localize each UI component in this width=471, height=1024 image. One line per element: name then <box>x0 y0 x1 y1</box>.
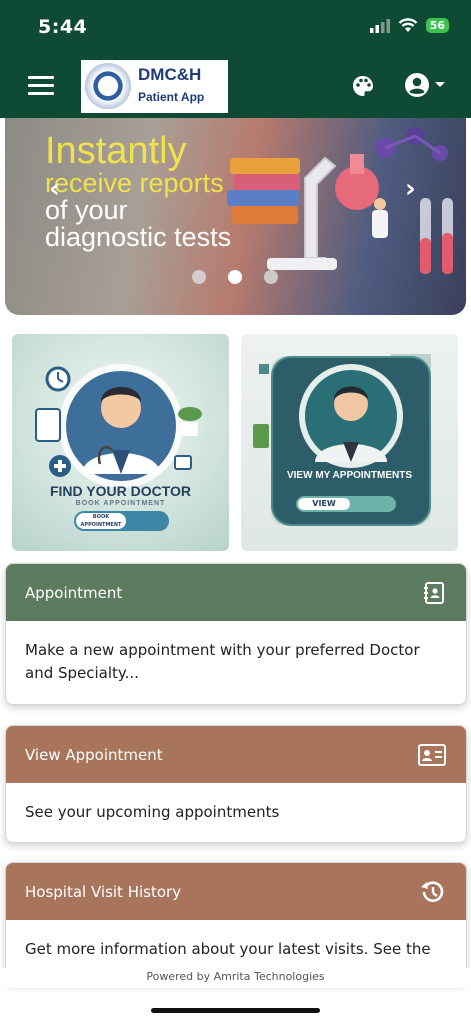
footer-text: Powered by Amrita Technologies <box>0 968 471 988</box>
view-appointments-title: VIEW MY APPOINTMENTS <box>286 470 412 481</box>
battery-level: 56 <box>425 18 449 33</box>
appointment-card-header: Appointment <box>6 564 466 621</box>
contact-book-icon <box>424 581 444 604</box>
find-doctor-title: FIND YOUR DOCTOR <box>49 483 192 499</box>
account-menu[interactable] <box>404 72 446 98</box>
signal-icon <box>369 18 390 33</box>
menu-icon[interactable] <box>28 76 54 96</box>
find-doctor-subtitle: BOOK APPOINTMENT <box>75 500 166 507</box>
carousel-dot-2[interactable] <box>228 270 242 284</box>
hospital-seal-icon <box>85 63 131 109</box>
wifi-icon <box>398 18 418 32</box>
banner-line-1: Instantly <box>45 130 187 172</box>
carousel-prev-icon[interactable]: ‹ <box>49 174 60 204</box>
history-icon <box>421 880 444 902</box>
view-appointment-card-header: View Appointment <box>6 726 466 783</box>
status-icons: 56 <box>369 18 449 33</box>
logo-title: DMC&H <box>138 65 202 84</box>
view-appointment-card-description: See your upcoming appointments <box>25 803 280 821</box>
carousel-dots <box>192 270 278 284</box>
visit-history-card-title: Hospital Visit History <box>25 882 182 901</box>
view-pill[interactable]: VIEW <box>296 496 396 512</box>
status-time: 5:44 <box>38 16 88 38</box>
home-indicator <box>151 1008 320 1013</box>
appointment-card-title: Appointment <box>25 583 123 602</box>
banner-line-2: receive reports <box>45 168 224 198</box>
id-card-icon <box>418 743 446 766</box>
banner-line-3: of your <box>45 195 128 225</box>
status-bar: 5:44 56 <box>0 0 471 52</box>
account-icon <box>405 73 429 97</box>
appointment-card[interactable]: Appointment Make a new appointment with … <box>5 563 467 705</box>
logo-subtitle: Patient App <box>138 90 205 104</box>
view-appointment-card-title: View Appointment <box>25 745 163 764</box>
visit-history-card-header: Hospital Visit History <box>6 863 466 920</box>
app-bar: DMC&H Patient App <box>0 52 471 118</box>
visit-history-card[interactable]: Hospital Visit History Get more informat… <box>5 862 467 984</box>
banner-carousel[interactable]: Instantly receive reports of your diagno… <box>5 118 466 315</box>
dropdown-icon <box>435 82 445 87</box>
banner-text: Instantly receive reports of your diagno… <box>45 132 231 251</box>
appointment-card-description: Make a new appointment with your preferr… <box>25 641 420 683</box>
app-logo: DMC&H Patient App <box>81 60 228 113</box>
book-appointment-button[interactable]: BOOK APPOINTMENT <box>76 513 126 529</box>
book-appointment-pill[interactable]: BOOK APPOINTMENT <box>74 511 169 531</box>
doctor-tablet-illustration <box>253 354 431 526</box>
banner-line-4: diagnostic tests <box>45 222 232 252</box>
carousel-dot-3[interactable] <box>264 270 278 284</box>
carousel-next-icon[interactable]: › <box>405 174 416 204</box>
palette-icon[interactable] <box>352 75 374 97</box>
carousel-dot-1[interactable] <box>192 270 206 284</box>
view-appointment-card[interactable]: View Appointment See your upcoming appoi… <box>5 725 467 844</box>
view-appointments-tile[interactable]: VIEW MY APPOINTMENTS VIEW <box>241 334 458 551</box>
view-button[interactable]: VIEW <box>298 498 350 510</box>
find-doctor-tile[interactable]: FIND YOUR DOCTOR BOOK APPOINTMENT BOOK A… <box>12 334 229 551</box>
